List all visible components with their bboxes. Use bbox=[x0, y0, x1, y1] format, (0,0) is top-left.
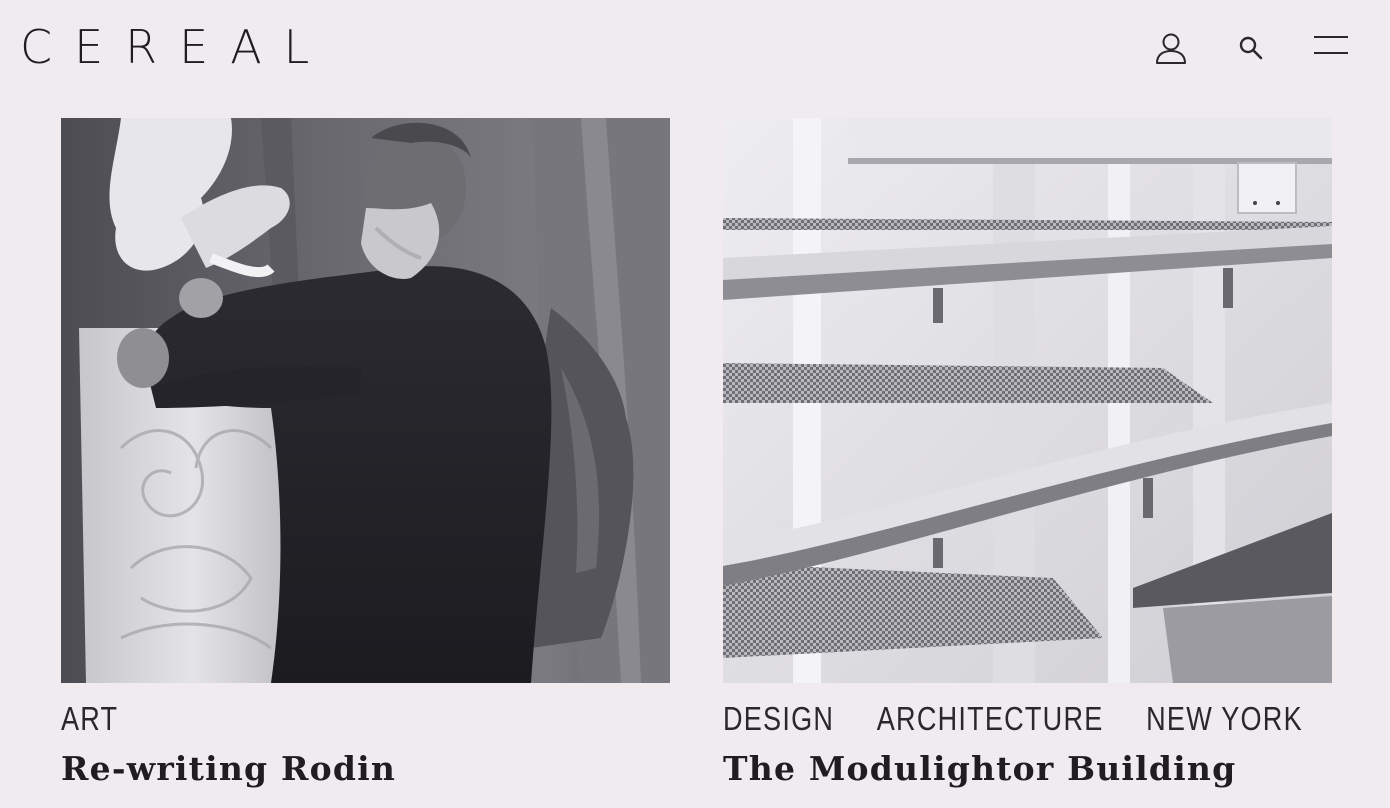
article-tags: DESIGN ARCHITECTURE NEW YORK bbox=[723, 699, 1302, 739]
article-card-modulightor[interactable]: DESIGN ARCHITECTURE NEW YORK The Modulig… bbox=[723, 118, 1332, 788]
article-card-rodin[interactable]: ART Re-writing Rodin bbox=[61, 118, 670, 788]
tag-design[interactable]: DESIGN bbox=[723, 700, 834, 738]
shelving-photo[interactable] bbox=[723, 118, 1332, 683]
tag-new-york[interactable]: NEW YORK bbox=[1146, 700, 1303, 738]
tag-architecture[interactable]: ARCHITECTURE bbox=[877, 700, 1104, 738]
sculptor-photo[interactable] bbox=[61, 118, 670, 683]
search-icon[interactable] bbox=[1237, 34, 1265, 62]
article-title[interactable]: The Modulightor Building bbox=[723, 749, 1332, 788]
article-title[interactable]: Re-writing Rodin bbox=[61, 749, 670, 788]
tag-art[interactable]: ART bbox=[61, 700, 118, 738]
cereal-logo[interactable]: CEREAL bbox=[20, 22, 331, 72]
account-icon[interactable] bbox=[1154, 31, 1188, 65]
article-tags: ART bbox=[61, 699, 560, 739]
menu-icon[interactable] bbox=[1312, 33, 1350, 59]
